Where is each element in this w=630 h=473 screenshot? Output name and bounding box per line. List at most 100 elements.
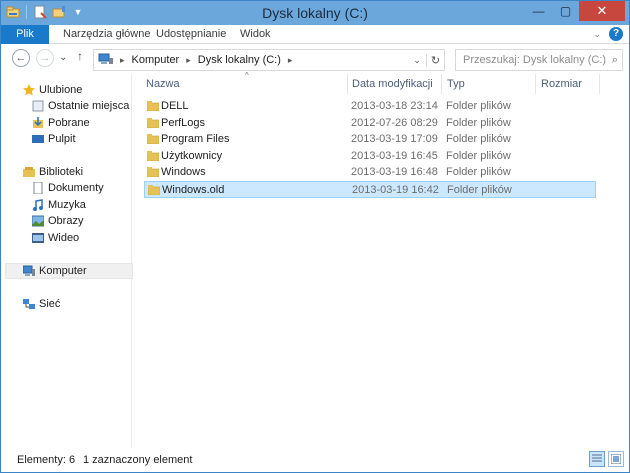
nav-label: Ostatnie miejsca bbox=[48, 100, 130, 112]
libraries-icon bbox=[23, 166, 35, 178]
file-type: Folder plików bbox=[446, 133, 511, 146]
recent-places-icon bbox=[32, 100, 44, 112]
large-icons-view-button[interactable] bbox=[608, 451, 624, 467]
close-button[interactable]: ✕ bbox=[579, 1, 625, 21]
column-header-date[interactable]: Data modyfikacji bbox=[352, 74, 433, 94]
nav-label: Dokumenty bbox=[48, 182, 104, 194]
search-icon[interactable]: ⌕ bbox=[612, 50, 618, 70]
tab-share[interactable]: Udostępnianie bbox=[156, 25, 226, 44]
table-row[interactable]: PerfLogs 2012-07-26 08:29 Folder plików bbox=[144, 115, 596, 132]
file-name: PerfLogs bbox=[161, 116, 206, 129]
nav-recent-places[interactable]: Ostatnie miejsca bbox=[32, 98, 129, 114]
desktop-icon bbox=[32, 133, 44, 145]
chevron-right-icon[interactable]: ▸ bbox=[120, 55, 125, 66]
details-view-icon bbox=[592, 454, 602, 462]
search-input[interactable]: Przeszukaj: Dysk lokalny (C:) ⌕ bbox=[455, 49, 623, 71]
column-divider[interactable] bbox=[347, 74, 348, 94]
documents-icon bbox=[32, 181, 44, 195]
table-row[interactable]: Windows.old 2013-03-19 16:42 Folder plików bbox=[144, 181, 596, 198]
file-type: Folder plików bbox=[447, 184, 512, 196]
folder-icon bbox=[147, 167, 159, 178]
file-type: Folder plików bbox=[446, 166, 511, 179]
folder-icon bbox=[147, 150, 159, 161]
up-button[interactable]: ↑ bbox=[77, 49, 83, 63]
window-controls: — ▢ ✕ bbox=[525, 1, 625, 21]
folder-icon bbox=[148, 185, 160, 195]
maximize-button[interactable]: ▢ bbox=[552, 1, 579, 21]
nav-documents[interactable]: Dokumenty bbox=[32, 180, 104, 196]
nav-pictures[interactable]: Obrazy bbox=[31, 213, 84, 229]
star-icon bbox=[23, 84, 35, 96]
nav-label: Biblioteki bbox=[39, 166, 84, 178]
chevron-right-icon[interactable]: ▸ bbox=[288, 55, 293, 66]
minimize-button[interactable]: — bbox=[525, 1, 552, 21]
nav-label: Wideo bbox=[48, 232, 80, 244]
nav-favorites[interactable]: Ulubione bbox=[23, 82, 82, 98]
file-date: 2012-07-26 08:29 bbox=[351, 116, 438, 129]
table-row[interactable]: Windows 2013-03-19 16:48 Folder plików bbox=[144, 164, 596, 181]
file-date: 2013-03-19 16:42 bbox=[352, 184, 439, 196]
nav-label: Sieć bbox=[39, 298, 61, 310]
breadcrumb-local-disk[interactable]: Dysk lokalny (C:) bbox=[198, 54, 281, 66]
computer-icon bbox=[98, 52, 114, 69]
nav-videos[interactable]: Wideo bbox=[32, 230, 79, 246]
nav-libraries[interactable]: Biblioteki bbox=[23, 164, 83, 180]
folder-icon bbox=[147, 134, 159, 145]
file-list: ^ Nazwa Data modyfikacji Typ Rozmiar DEL… bbox=[132, 71, 629, 448]
help-icon[interactable]: ? bbox=[609, 27, 623, 41]
tab-file[interactable]: Plik bbox=[1, 25, 49, 44]
selection-count: 1 zaznaczony element bbox=[83, 454, 193, 466]
explorer-window: ▼ Dysk lokalny (C:) — ▢ ✕ Plik Narzędzia… bbox=[0, 0, 630, 473]
navigation-pane: Ulubione Ostatnie miejsca Pobrane Pulpit… bbox=[1, 74, 133, 448]
file-date: 2013-03-19 16:48 bbox=[351, 166, 438, 179]
column-header-size[interactable]: Rozmiar bbox=[541, 74, 582, 94]
file-name: DELL bbox=[161, 100, 189, 112]
nav-computer[interactable]: Komputer bbox=[5, 263, 133, 279]
refresh-icon[interactable]: ↻ bbox=[426, 53, 444, 67]
nav-label: Pulpit bbox=[48, 133, 76, 145]
details-view-button[interactable] bbox=[589, 451, 605, 467]
nav-music[interactable]: Muzyka bbox=[32, 197, 86, 213]
ribbon-tabs: Plik Narzędzia główne Udostępnianie Wido… bbox=[1, 25, 629, 44]
pictures-icon bbox=[31, 215, 45, 227]
column-header-type[interactable]: Typ bbox=[447, 74, 465, 94]
computer-icon bbox=[22, 265, 35, 277]
title-bar: ▼ Dysk lokalny (C:) — ▢ ✕ bbox=[1, 1, 629, 25]
breadcrumb-computer[interactable]: Komputer bbox=[132, 54, 180, 66]
file-name: Windows bbox=[161, 166, 206, 179]
network-icon bbox=[23, 298, 35, 310]
nav-label: Obrazy bbox=[48, 215, 84, 227]
expand-ribbon-icon[interactable]: ⌄ bbox=[593, 27, 601, 41]
forward-button[interactable]: → bbox=[36, 49, 54, 67]
file-type: Folder plików bbox=[446, 100, 511, 112]
table-row[interactable]: Użytkownicy 2013-03-19 16:45 Folder plików bbox=[144, 148, 596, 165]
folder-icon bbox=[147, 117, 159, 128]
tab-home[interactable]: Narzędzia główne bbox=[63, 25, 150, 44]
address-bar[interactable]: ▸ Komputer ▸ Dysk lokalny (C:) ▸ ⌄ ↻ bbox=[93, 49, 445, 71]
file-name: Program Files bbox=[161, 133, 230, 146]
column-divider[interactable] bbox=[441, 74, 442, 94]
column-header-name[interactable]: Nazwa bbox=[146, 74, 180, 94]
back-button[interactable]: ← bbox=[12, 49, 30, 67]
column-divider[interactable] bbox=[599, 74, 600, 94]
nav-desktop[interactable]: Pulpit bbox=[32, 131, 76, 147]
address-dropdown-icon[interactable]: ⌄ bbox=[408, 55, 426, 66]
tab-view[interactable]: Widok bbox=[240, 25, 271, 44]
table-row[interactable]: Program Files 2013-03-19 17:09 Folder plik… bbox=[144, 131, 596, 148]
nav-downloads[interactable]: Pobrane bbox=[32, 115, 90, 131]
navigation-bar: ← → ⌄ ↑ ▸ Komputer ▸ Dysk lokalny (C:) ▸… bbox=[1, 44, 629, 74]
file-date: 2013-03-18 23:14 bbox=[351, 100, 438, 112]
table-row[interactable]: DELL 2013-03-18 23:14 Folder plików bbox=[144, 98, 596, 115]
nav-network[interactable]: Sieć bbox=[23, 296, 60, 312]
sort-ascending-icon: ^ bbox=[245, 71, 249, 80]
chevron-right-icon[interactable]: ▸ bbox=[186, 55, 191, 66]
file-name: Windows.old bbox=[162, 184, 225, 196]
column-divider[interactable] bbox=[535, 74, 536, 94]
recent-locations-icon[interactable]: ⌄ bbox=[59, 52, 67, 63]
downloads-icon bbox=[32, 117, 44, 129]
status-bar: Elementy: 6 1 zaznaczony element bbox=[1, 448, 629, 472]
music-icon bbox=[32, 199, 44, 211]
file-date: 2013-03-19 17:09 bbox=[351, 133, 438, 146]
breadcrumb: ▸ Komputer ▸ Dysk lokalny (C:) ▸ bbox=[120, 54, 292, 66]
large-icons-view-icon bbox=[611, 454, 621, 464]
